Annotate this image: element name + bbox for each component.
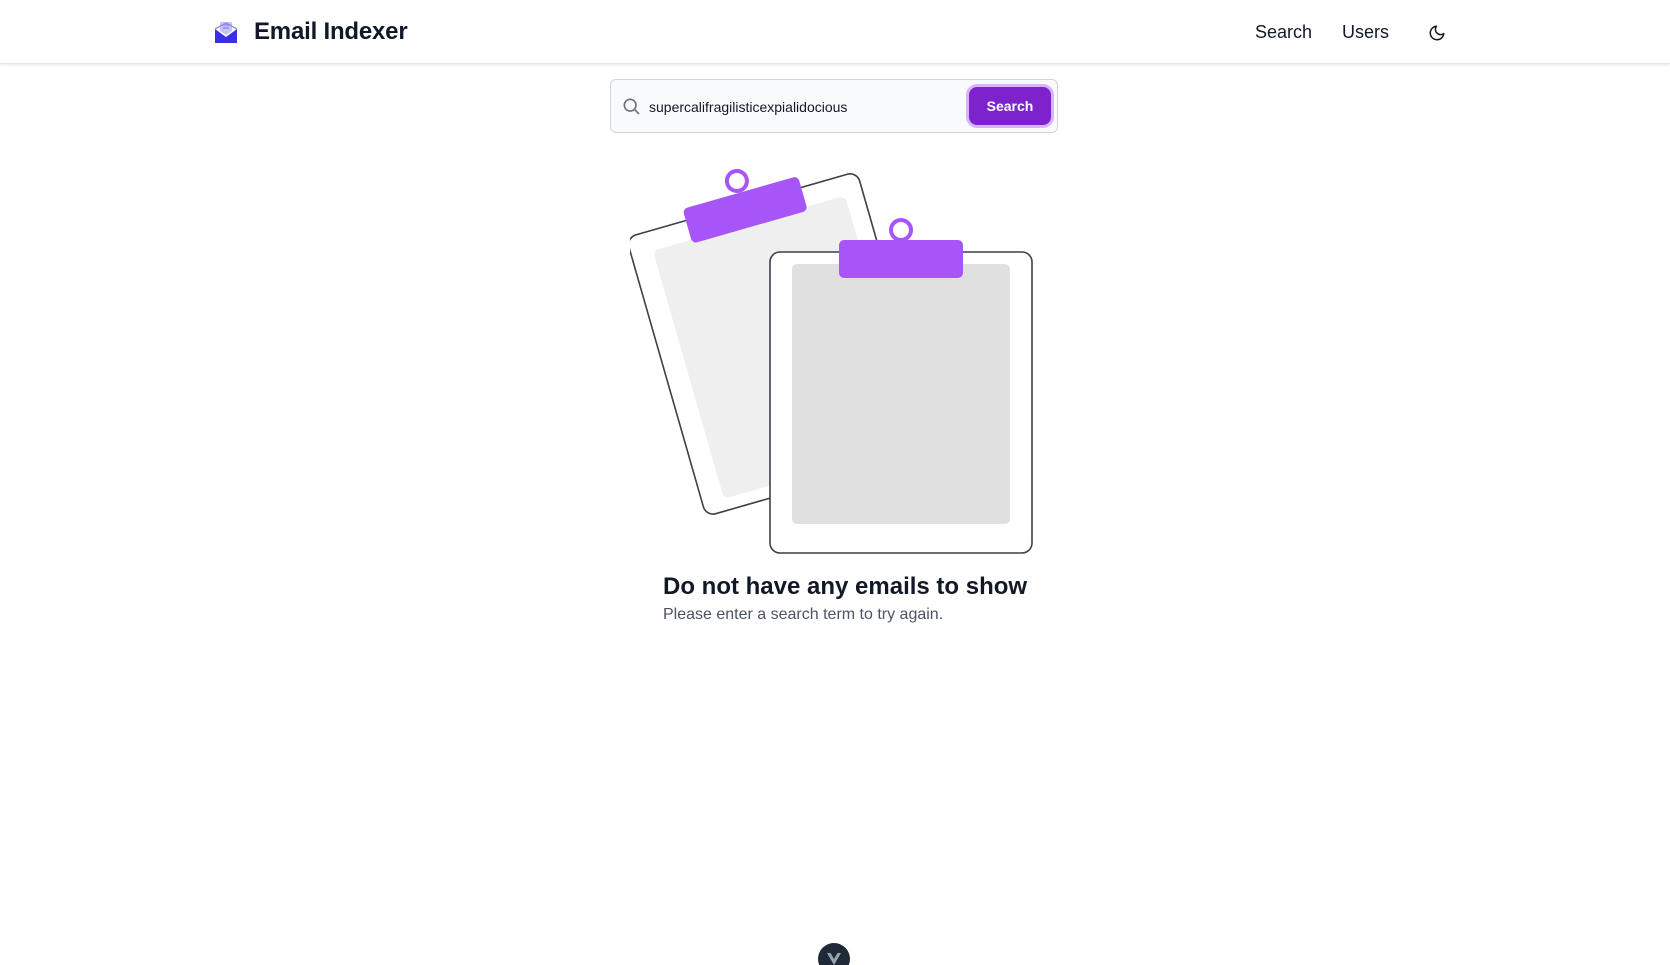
moon-icon [1429, 25, 1445, 41]
clipboards-illustration [630, 168, 1033, 554]
devtools-toggle-button[interactable] [818, 943, 850, 965]
search-form: Search [610, 79, 1058, 133]
front-clipboard-ring [889, 218, 913, 242]
envelope-open-icon [214, 22, 238, 43]
front-clipboard-paper [792, 264, 1010, 524]
theme-toggle-button[interactable] [1424, 20, 1450, 46]
brand[interactable]: Email Indexer [213, 18, 408, 46]
top-navbar: Email Indexer Search Users [0, 0, 1670, 64]
search-input[interactable] [649, 92, 969, 122]
front-clipboard-clip [839, 240, 963, 278]
nav-link-search[interactable]: Search [1255, 22, 1312, 43]
empty-state-title: Do not have any emails to show [663, 573, 1028, 600]
app-title: Email Indexer [254, 18, 408, 45]
search-icon [623, 98, 640, 115]
search-button[interactable]: Search [969, 87, 1051, 125]
nav-link-users[interactable]: Users [1342, 22, 1389, 43]
vue-logo-icon [827, 953, 841, 965]
empty-state-subtitle: Please enter a search term to try again. [663, 606, 944, 623]
main-nav: Search Users [1255, 20, 1389, 44]
back-clipboard-ring [724, 168, 749, 193]
